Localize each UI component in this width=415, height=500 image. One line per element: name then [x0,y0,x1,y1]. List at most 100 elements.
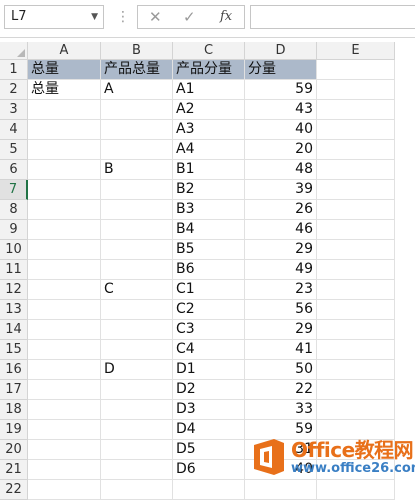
cell-b4[interactable] [101,120,173,140]
cell-d2[interactable]: 59 [245,80,317,100]
cell-c15[interactable]: C4 [173,340,245,360]
cell-a10[interactable] [28,240,101,260]
cell-b14[interactable] [101,320,173,340]
cell-a20[interactable] [28,440,101,460]
row-header-9[interactable]: 9 [0,220,28,240]
cell-e7[interactable] [317,180,395,200]
cell-c1[interactable]: 产品分量 [173,60,245,80]
cell-b1[interactable]: 产品总量 [101,60,173,80]
row-header-6[interactable]: 6 [0,160,28,180]
column-header-d[interactable]: D [245,42,317,60]
row-header-16[interactable]: 16 [0,360,28,380]
row-header-22[interactable]: 22 [0,480,28,500]
cell-b11[interactable] [101,260,173,280]
cell-d14[interactable]: 29 [245,320,317,340]
cell-c14[interactable]: C3 [173,320,245,340]
cell-b6[interactable]: B [101,160,173,180]
column-header-b[interactable]: B [101,42,173,60]
cell-c10[interactable]: B5 [173,240,245,260]
cell-d11[interactable]: 49 [245,260,317,280]
cell-d18[interactable]: 33 [245,400,317,420]
cell-e13[interactable] [317,300,395,320]
cell-a8[interactable] [28,200,101,220]
cell-b19[interactable] [101,420,173,440]
cell-e15[interactable] [317,340,395,360]
cell-b8[interactable] [101,200,173,220]
cell-e11[interactable] [317,260,395,280]
row-header-7[interactable]: 7 [0,180,28,200]
cell-b18[interactable] [101,400,173,420]
cell-a7[interactable] [28,180,101,200]
cell-d8[interactable]: 26 [245,200,317,220]
row-header-1[interactable]: 1 [0,60,28,80]
cell-c16[interactable]: D1 [173,360,245,380]
chevron-down-icon[interactable]: ▼ [91,6,98,28]
cell-b9[interactable] [101,220,173,240]
cell-a18[interactable] [28,400,101,420]
cell-a16[interactable] [28,360,101,380]
column-header-a[interactable]: A [28,42,101,60]
cell-b21[interactable] [101,460,173,480]
cell-c8[interactable]: B3 [173,200,245,220]
cell-a4[interactable] [28,120,101,140]
cell-b22[interactable] [101,480,173,500]
cell-c2[interactable]: A1 [173,80,245,100]
cell-c9[interactable]: B4 [173,220,245,240]
cell-d7[interactable]: 39 [245,180,317,200]
cell-e18[interactable] [317,400,395,420]
cell-b3[interactable] [101,100,173,120]
cell-c20[interactable]: D5 [173,440,245,460]
cell-d12[interactable]: 23 [245,280,317,300]
cell-c5[interactable]: A4 [173,140,245,160]
cell-a2[interactable]: 总量 [28,80,101,100]
cell-b2[interactable]: A [101,80,173,100]
cell-e4[interactable] [317,120,395,140]
cell-e12[interactable] [317,280,395,300]
cell-c4[interactable]: A3 [173,120,245,140]
cell-e10[interactable] [317,240,395,260]
cell-d3[interactable]: 43 [245,100,317,120]
enter-icon[interactable]: ✓ [183,8,196,26]
cell-a13[interactable] [28,300,101,320]
cell-d1[interactable]: 分量 [245,60,317,80]
cell-a12[interactable] [28,280,101,300]
cell-c22[interactable] [173,480,245,500]
row-header-17[interactable]: 17 [0,380,28,400]
name-box[interactable]: L7 ▼ [4,5,104,29]
cell-a5[interactable] [28,140,101,160]
row-header-20[interactable]: 20 [0,440,28,460]
cell-e2[interactable] [317,80,395,100]
cell-a19[interactable] [28,420,101,440]
row-header-3[interactable]: 3 [0,100,28,120]
row-header-11[interactable]: 11 [0,260,28,280]
cancel-icon[interactable]: ✕ [149,8,162,26]
row-header-21[interactable]: 21 [0,460,28,480]
row-header-10[interactable]: 10 [0,240,28,260]
cell-c12[interactable]: C1 [173,280,245,300]
cell-a6[interactable] [28,160,101,180]
cell-b5[interactable] [101,140,173,160]
cell-b10[interactable] [101,240,173,260]
cell-a17[interactable] [28,380,101,400]
row-header-14[interactable]: 14 [0,320,28,340]
cell-e9[interactable] [317,220,395,240]
cell-d4[interactable]: 40 [245,120,317,140]
select-all-button[interactable] [0,42,28,60]
cell-e6[interactable] [317,160,395,180]
cell-b13[interactable] [101,300,173,320]
cell-b12[interactable]: C [101,280,173,300]
cell-c21[interactable]: D6 [173,460,245,480]
cell-c6[interactable]: B1 [173,160,245,180]
cell-d17[interactable]: 22 [245,380,317,400]
cell-a22[interactable] [28,480,101,500]
cell-e14[interactable] [317,320,395,340]
cell-a15[interactable] [28,340,101,360]
column-header-e[interactable]: E [317,42,395,60]
cell-a9[interactable] [28,220,101,240]
row-header-12[interactable]: 12 [0,280,28,300]
cell-d10[interactable]: 29 [245,240,317,260]
row-header-8[interactable]: 8 [0,200,28,220]
column-header-c[interactable]: C [173,42,245,60]
cell-a21[interactable] [28,460,101,480]
row-header-13[interactable]: 13 [0,300,28,320]
